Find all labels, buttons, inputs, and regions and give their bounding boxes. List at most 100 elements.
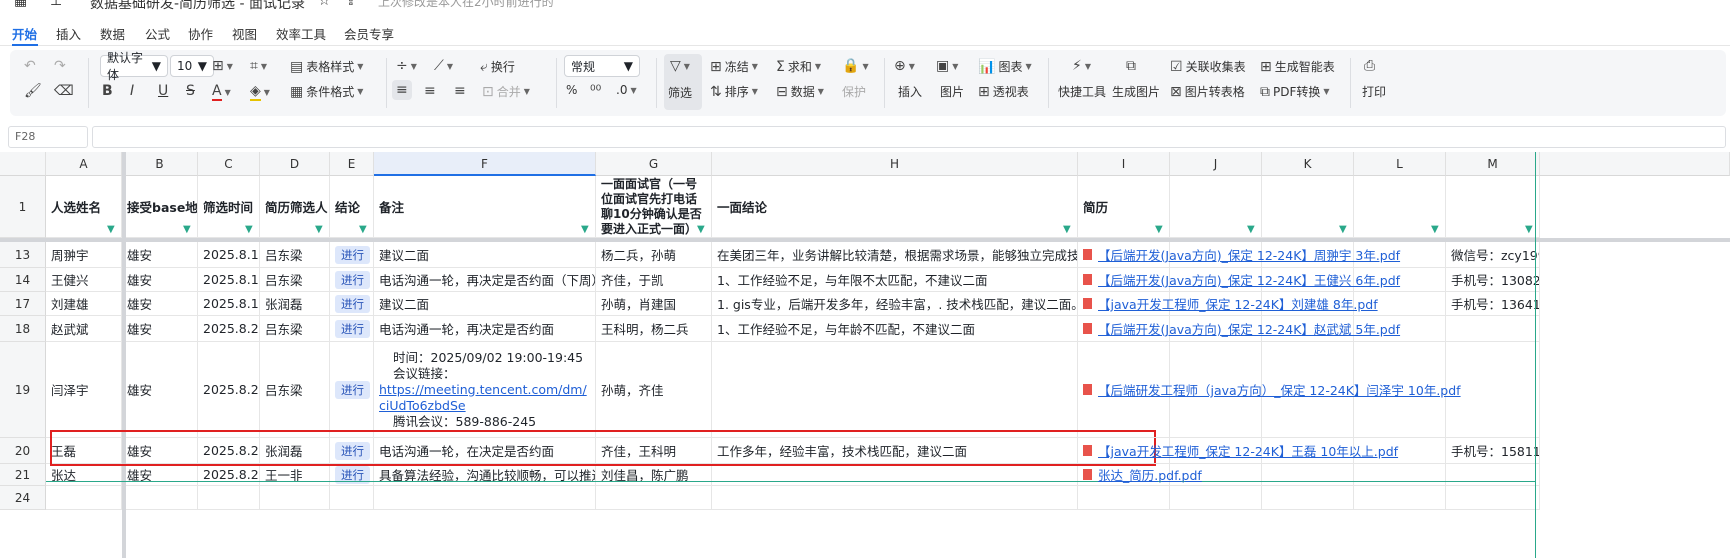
image-menu-button[interactable]: ▣ ▼ <box>936 58 958 74</box>
insert-menu-button[interactable]: ⊕ ▼ <box>894 58 915 74</box>
cell-f[interactable] <box>374 486 596 510</box>
header-cell-i[interactable]: 简历 ▼ <box>1078 176 1170 238</box>
cell-m[interactable] <box>1446 486 1540 510</box>
filter-icon[interactable]: ▼ <box>1155 225 1165 235</box>
column-header-k[interactable]: K <box>1262 152 1354 176</box>
cell-g[interactable] <box>596 486 712 510</box>
column-header-i[interactable]: I <box>1078 152 1170 176</box>
cell-a[interactable]: 闫泽宇 <box>46 342 122 438</box>
fill-color-button[interactable]: ◈ ▼ <box>250 83 270 101</box>
column-header-l[interactable]: L <box>1354 152 1446 176</box>
gen-image-button[interactable]: 生成图片 <box>1112 83 1160 100</box>
select-all-corner[interactable] <box>0 152 46 176</box>
cell-m[interactable]: 手机号：15811718624 <box>1446 438 1540 464</box>
tab-formula[interactable]: 公式 <box>145 24 170 43</box>
percent-button[interactable]: % <box>566 83 577 97</box>
resume-link[interactable]: 【后端开发(Java方向)_保定 12-24K】周翀宇 3年.pdf <box>1098 245 1400 264</box>
cell-f[interactable]: 建议二面 <box>374 242 596 268</box>
row-header[interactable]: 20 <box>0 438 46 464</box>
sort-button[interactable]: ⇅ 排序 ▼ <box>710 83 758 100</box>
cell-h[interactable] <box>712 464 1078 486</box>
freeze-line-vertical[interactable] <box>122 152 126 558</box>
quick-tools-icon-button[interactable]: ⚡ ▼ <box>1072 58 1091 74</box>
cell-b[interactable]: 雄安 <box>122 292 198 316</box>
cell-reference-box[interactable]: F28 <box>8 126 88 148</box>
cell-i[interactable]: 【后端开发(Java方向)_保定 12-24K】王健兴 6年.pdf <box>1078 268 1400 292</box>
insert-label[interactable]: 插入 <box>898 83 922 100</box>
resume-link[interactable]: 【后端研发工程师（java方向）_保定 12-24K】闫泽宇 10年.pdf <box>1098 380 1461 399</box>
cell-f[interactable]: 建议二面 <box>374 292 596 316</box>
font-color-button[interactable]: A ▼ <box>212 83 231 101</box>
cell-i[interactable]: 【java开发工程师_保定 12-24K】王磊 10年以上.pdf <box>1078 438 1398 464</box>
pivot-button[interactable]: ⊞ 透视表 <box>978 83 1029 100</box>
clear-format-button[interactable]: ⌫ <box>54 83 74 99</box>
decimal-button[interactable]: .0 ▼ <box>616 83 637 97</box>
font-name-select[interactable]: 默认字体 ▼ <box>100 51 168 82</box>
column-header-a[interactable]: A <box>46 152 122 176</box>
pin-icon[interactable]: ⊥ <box>50 0 62 9</box>
cell-g[interactable]: 孙萌，肖建国 <box>596 292 712 316</box>
cell-d[interactable]: 吕东梁 <box>260 342 330 438</box>
cell-m[interactable] <box>1446 464 1540 486</box>
cell-h[interactable]: 1. gis专业，后端开发多年，经验丰富，. 技术栈匹配，建议二面。 <box>712 292 1078 316</box>
row-header[interactable]: 13 <box>0 242 46 268</box>
cell-e[interactable]: 进行 <box>330 464 374 486</box>
cell-d[interactable]: 吕东梁 <box>260 316 330 342</box>
row-header[interactable]: 21 <box>0 464 46 486</box>
chart-button[interactable]: 📊 图表 ▼ <box>978 58 1032 75</box>
tab-member[interactable]: 会员专享 <box>344 24 394 43</box>
conditional-format-button[interactable]: ▦ 条件格式 ▼ <box>290 83 363 100</box>
cell-b[interactable]: 雄安 <box>122 316 198 342</box>
align-center-button[interactable]: ≡ <box>424 83 436 99</box>
column-header-g[interactable]: G <box>596 152 712 176</box>
cell-m[interactable]: 微信号：zcy199692 <box>1446 242 1540 268</box>
tab-start[interactable]: 开始 <box>12 24 37 43</box>
sum-button[interactable]: Σ 求和 ▼ <box>776 58 821 75</box>
cell-b[interactable]: 雄安 <box>122 464 198 486</box>
cell-i[interactable] <box>1078 486 1170 510</box>
cell-l[interactable] <box>1354 464 1446 486</box>
cell-c[interactable]: 2025.8.21 <box>198 342 260 438</box>
print-button[interactable]: 打印 <box>1362 83 1386 100</box>
smart-table-button[interactable]: ⊞ 生成智能表 <box>1260 58 1335 75</box>
share-icon[interactable]: ⇪ <box>345 0 357 9</box>
header-cell-a[interactable]: 人选姓名 ▼ <box>46 176 122 238</box>
text-rotate-button[interactable]: ⟋ ▼ <box>434 58 453 74</box>
row-header[interactable]: 14 <box>0 268 46 292</box>
cell-a[interactable]: 刘建雄 <box>46 292 122 316</box>
filter-icon[interactable]: ▼ <box>1339 225 1349 235</box>
cell-g[interactable]: 齐佳，于凯 <box>596 268 712 292</box>
filter-icon[interactable]: ▼ <box>315 225 325 235</box>
cell-g[interactable]: 刘佳昌，陈广鹏 <box>596 464 712 486</box>
header-cell-g[interactable]: 一面面试官（一号位面试官先打电话聊10分钟确认是否要进入正式一面） ▼ <box>596 176 712 238</box>
doc-title[interactable]: 数据基础研发-简历筛选 - 面试记录 <box>90 0 305 13</box>
wrap-button[interactable]: ⤶ 换行 <box>480 58 515 75</box>
column-header-b[interactable]: B <box>122 152 198 176</box>
cell-h[interactable] <box>712 486 1078 510</box>
row-header[interactable]: 18 <box>0 316 46 342</box>
border-button[interactable]: ⊞ ▼ <box>212 58 233 74</box>
resume-link[interactable]: 【java开发工程师_保定 12-24K】王磊 10年以上.pdf <box>1098 441 1398 460</box>
cell-f[interactable]: 具备算法经验，沟通比较顺畅，可以推进 <box>374 464 596 486</box>
underline-button[interactable]: U <box>158 83 168 99</box>
cell-j[interactable] <box>1170 486 1262 510</box>
freeze-line-horizontal[interactable] <box>0 238 1730 242</box>
cell-b[interactable]: 雄安 <box>122 268 198 292</box>
vertical-align-button[interactable]: ÷ ▼ <box>396 58 417 74</box>
font-size-select[interactable]: 10 ▼ <box>170 55 214 77</box>
cell-h[interactable]: 在美团三年，业务讲解比较清楚，根据需求场景，能够独立完成技术 <box>712 242 1078 268</box>
cell-e[interactable]: 进行 <box>330 316 374 342</box>
formula-input[interactable] <box>92 126 1726 148</box>
cell-g[interactable]: 杨二兵，孙萌 <box>596 242 712 268</box>
undo-button[interactable]: ↶ <box>24 58 36 74</box>
cell-b[interactable]: 雄安 <box>122 342 198 438</box>
resume-link[interactable]: 【后端开发(Java方向)_保定 12-24K】赵武斌 5年.pdf <box>1098 319 1400 338</box>
resume-link[interactable]: 张达_简历.pdf.pdf <box>1098 465 1202 484</box>
protect-button[interactable]: 保护 <box>842 83 866 100</box>
header-cell-f[interactable]: 备注 ▼ <box>374 176 596 238</box>
status-badge[interactable]: 进行 <box>335 319 370 338</box>
row-header[interactable]: 17 <box>0 292 46 316</box>
tab-insert[interactable]: 插入 <box>56 24 81 43</box>
cell-m[interactable] <box>1446 316 1540 342</box>
cell-a[interactable]: 张达 <box>46 464 122 486</box>
